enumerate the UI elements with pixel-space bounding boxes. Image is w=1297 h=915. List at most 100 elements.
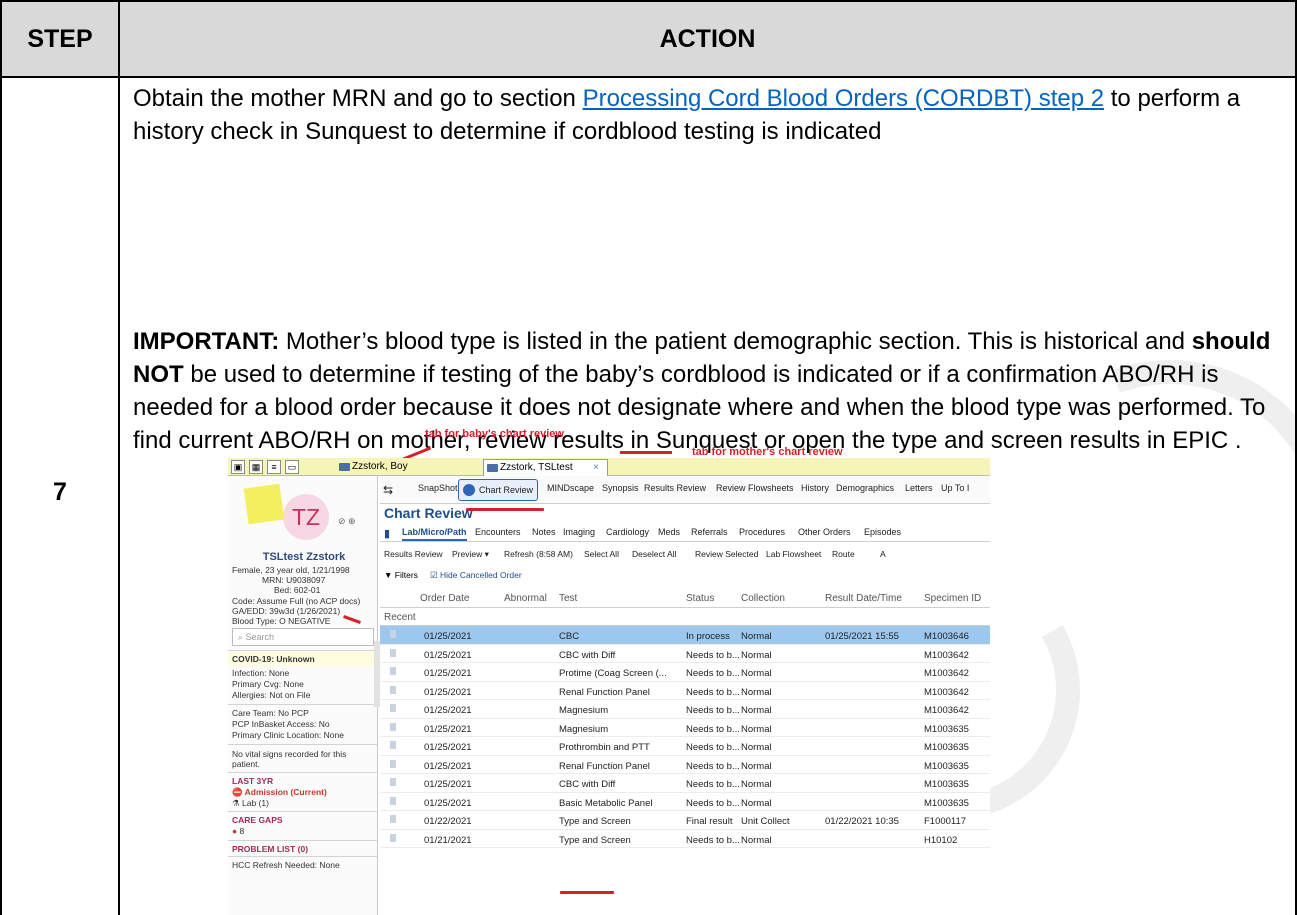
review-selected-button[interactable]: Review Selected [695, 549, 758, 559]
tab-mother-chart[interactable]: Zzstork, TSLtest × [483, 459, 608, 476]
tab-cardiology[interactable]: Cardiology [606, 527, 649, 537]
schedule-icon[interactable]: ▦ [249, 460, 263, 474]
close-icon[interactable]: × [593, 460, 599, 476]
tab-synopsis[interactable]: Synopsis [602, 483, 639, 493]
tab-demographics[interactable]: Demographics [836, 483, 894, 493]
care-team[interactable]: Care Team: No PCP [232, 708, 376, 718]
section-link[interactable]: Processing Cord Blood Orders (CORDBT) st… [583, 85, 1105, 112]
cell-collection: Normal [741, 631, 772, 642]
primary-clinic: Primary Clinic Location: None [232, 730, 344, 740]
table-row[interactable]: 01/25/2021 CBC In process Normal 01/25/2021 … [380, 626, 990, 645]
tab-label: Zzstork, TSLtest [500, 462, 573, 473]
flag-icon[interactable] [390, 778, 396, 786]
table-row[interactable]: 01/25/2021 CBC with Diff Needs to b... Norm… [380, 645, 990, 663]
tab-baby-chart[interactable]: Zzstork, Boy [336, 459, 416, 476]
tab-meds[interactable]: Meds [658, 527, 680, 537]
tab-up-to-date[interactable]: Up To I [941, 483, 969, 493]
photo-icons[interactable]: ⊘ ⊕ [338, 516, 356, 527]
col-result-date[interactable]: Result Date/Time [825, 593, 902, 604]
list-icon[interactable]: ≡ [267, 460, 281, 474]
results-review-button[interactable]: Results Review [384, 549, 443, 559]
tab-encounters[interactable]: Encounters [475, 527, 521, 537]
search-input[interactable]: ⌕ Search [232, 628, 374, 646]
tab-history[interactable]: History [801, 483, 829, 493]
tab-procedures[interactable]: Procedures [739, 527, 785, 537]
lab-flowsheet-button[interactable]: Lab Flowsheet [766, 549, 821, 559]
table-row[interactable]: 01/25/2021 Magnesium Needs to b... Normal M1… [380, 700, 990, 719]
table-row[interactable]: 01/22/2021 Type and Screen Final result Uni… [380, 811, 990, 830]
col-test[interactable]: Test [559, 593, 577, 604]
table-row[interactable]: 01/25/2021 CBC with Diff Needs to b... Norm… [380, 774, 990, 793]
select-all-button[interactable]: Select All [584, 549, 619, 559]
covid-status[interactable]: COVID-19: Unknown [228, 652, 378, 666]
filters-button[interactable]: ▼ Filters [384, 570, 418, 580]
calendar-icon[interactable]: ▣ [231, 460, 245, 474]
cell-order-date: 01/25/2021 [424, 686, 472, 698]
table-row[interactable]: 01/25/2021 Protime (Coag Screen (... Needs… [380, 663, 990, 682]
more-button[interactable]: A [880, 549, 886, 559]
flag-icon[interactable] [390, 833, 396, 842]
filters-label: Filters [394, 570, 418, 580]
tab-snapshot[interactable]: SnapShot [418, 483, 458, 493]
sticky-note-icon[interactable] [243, 483, 285, 525]
allergies[interactable]: Allergies: Not on File [232, 690, 376, 700]
instruction-text: Obtain the mother MRN and go to section [133, 85, 583, 112]
cell-test: CBC with Diff [559, 649, 616, 661]
flag-icon[interactable] [390, 685, 396, 694]
tab-mindscape[interactable]: MINDscape [547, 483, 594, 493]
problem-list-header[interactable]: PROBLEM LIST (0) [232, 844, 376, 854]
cell-order-date: 01/25/2021 [424, 668, 472, 679]
hide-cancelled-checkbox[interactable]: ☑ Hide Cancelled Order [430, 570, 522, 581]
back-forward-icon[interactable]: ⇆ [383, 483, 393, 497]
lab-link[interactable]: ⚗ Lab (1) [232, 798, 376, 808]
flag-icon[interactable] [390, 741, 396, 749]
chat-icon[interactable]: ▭ [285, 460, 299, 474]
col-order-date[interactable]: Order Date [420, 593, 469, 604]
col-status[interactable]: Status [686, 593, 714, 604]
col-specimen-id[interactable]: Specimen ID [924, 593, 981, 604]
cell-test: Type and Screen [559, 816, 631, 827]
tab-imaging[interactable]: Imaging [563, 527, 595, 537]
flag-icon[interactable] [390, 815, 396, 823]
route-button[interactable]: Route [832, 549, 855, 559]
table-row[interactable]: 01/21/2021 Type and Screen Needs to b... No… [380, 830, 990, 848]
table-row[interactable]: 01/25/2021 Magnesium Needs to b... Normal M1… [380, 719, 990, 737]
refresh-button[interactable]: Refresh (8:58 AM) [504, 549, 573, 559]
deselect-all-button[interactable]: Deselect All [632, 549, 676, 559]
flag-icon[interactable] [390, 648, 396, 657]
tab-chart-review[interactable]: Chart Review [458, 479, 539, 501]
avatar[interactable]: TZ [283, 494, 329, 540]
cell-order-date: 01/25/2021 [424, 797, 472, 809]
table-row[interactable]: 01/25/2021 Prothrombin and PTT Needs to b.… [380, 737, 990, 756]
flag-icon[interactable] [390, 722, 396, 731]
tab-other-orders[interactable]: Other Orders [798, 527, 851, 537]
flag-icon[interactable] [390, 704, 396, 712]
table-row[interactable]: 01/25/2021 Renal Function Panel Needs to b… [380, 756, 990, 774]
admission-link[interactable]: ⛔ Admission (Current) [232, 787, 376, 797]
patient-code: Code: Assume Full (no ACP docs) [232, 596, 361, 606]
flag-icon[interactable] [390, 667, 396, 675]
cell-status: In process [686, 631, 730, 642]
tab-referrals[interactable]: Referrals [691, 527, 728, 537]
cell-specimen-id: M1003635 [924, 797, 969, 809]
chart-review-icon [463, 484, 475, 496]
recent-group-header: Recent [380, 609, 990, 626]
tab-notes[interactable]: Notes [532, 527, 556, 537]
flag-icon[interactable] [390, 796, 396, 805]
tab-letters[interactable]: Letters [905, 483, 933, 493]
table-row[interactable]: 01/25/2021 Renal Function Panel Needs to b… [380, 682, 990, 700]
bookmark-icon[interactable]: ▮ [384, 527, 390, 540]
tab-results-review[interactable]: Results Review [644, 483, 706, 493]
col-collection[interactable]: Collection [741, 593, 785, 604]
col-abnormal[interactable]: Abnormal [504, 593, 547, 604]
table-row[interactable]: 01/25/2021 Basic Metabolic Panel Needs to … [380, 793, 990, 811]
flag-icon[interactable] [390, 630, 396, 638]
tab-lab-micro-path[interactable]: Lab/Micro/Path [402, 527, 467, 541]
tab-episodes[interactable]: Episodes [864, 527, 901, 537]
cell-test: Basic Metabolic Panel [559, 797, 653, 809]
preview-button[interactable]: Preview ▾ [452, 549, 489, 560]
cell-test: Renal Function Panel [559, 760, 650, 772]
flag-icon[interactable] [390, 759, 396, 768]
care-gaps-count[interactable]: ● 8 [232, 826, 376, 836]
tab-review-flowsheets[interactable]: Review Flowsheets [716, 483, 794, 493]
